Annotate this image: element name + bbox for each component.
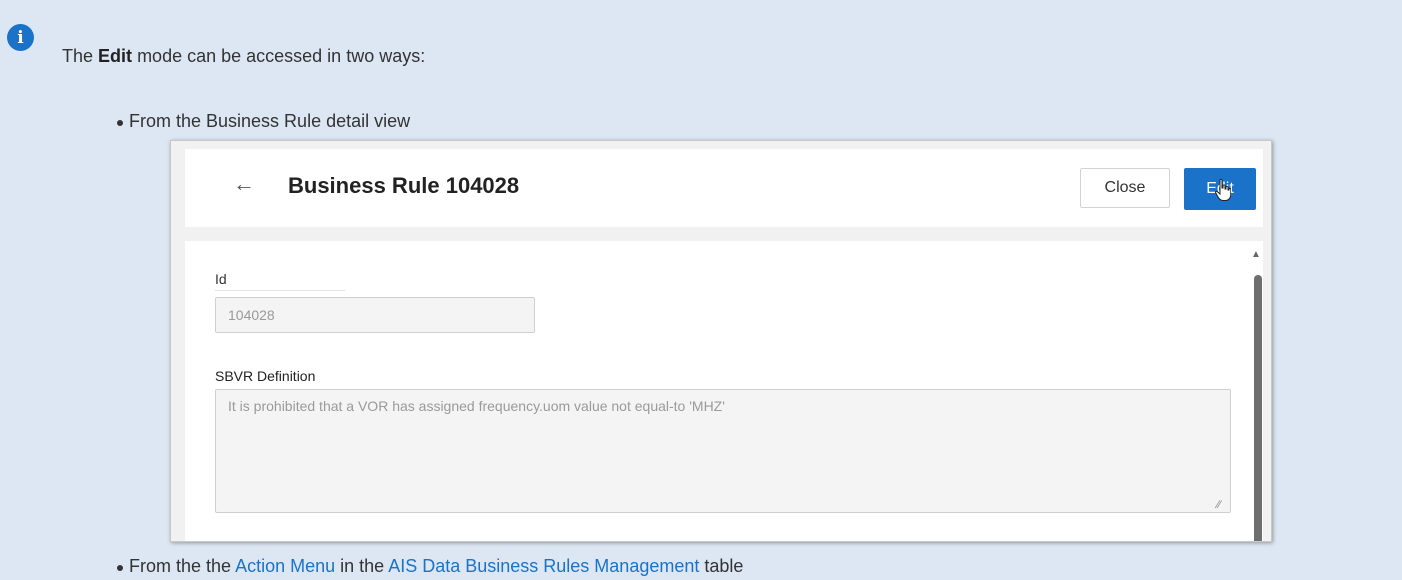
bullet-text-middle: in the: [340, 556, 385, 576]
scrollbar-thumb[interactable]: [1254, 275, 1262, 541]
info-icon: i: [7, 24, 34, 51]
hand-cursor-icon: [1215, 179, 1231, 201]
detail-header: ← Business Rule 104028 Close Edit: [185, 149, 1263, 227]
bullet-dot: [117, 120, 123, 126]
close-button[interactable]: Close: [1080, 168, 1170, 208]
intro-bold: Edit: [98, 46, 133, 66]
page-title: Business Rule 104028: [288, 173, 520, 198]
detail-view-screenshot: ← Business Rule 104028 Close Edit Id SBV…: [170, 140, 1272, 542]
bullet-text-before: From the the: [129, 556, 232, 576]
bullet-text: From the Business Rule detail view: [129, 111, 411, 131]
bullet-text-after: table: [704, 556, 744, 576]
id-label: Id: [215, 271, 227, 287]
intro-prefix: The: [62, 46, 94, 66]
divider: [215, 290, 345, 291]
intro-suffix: mode can be accessed in two ways:: [137, 46, 426, 66]
sbvr-definition-field[interactable]: It is prohibited that a VOR has assigned…: [215, 389, 1231, 513]
detail-form: Id SBVR Definition It is prohibited that…: [185, 241, 1263, 541]
id-field[interactable]: [215, 297, 535, 333]
back-arrow-icon[interactable]: ←: [233, 171, 255, 197]
bullet-item-detail-view: From the Business Rule detail view: [117, 111, 411, 132]
sbvr-definition-label: SBVR Definition: [215, 368, 316, 384]
bullet-item-action-menu: From the the Action Menu in the AIS Data…: [117, 556, 744, 577]
action-menu-link[interactable]: Action Menu: [235, 556, 335, 576]
scroll-up-icon[interactable]: ▲: [1251, 249, 1261, 260]
business-rules-management-link[interactable]: AIS Data Business Rules Management: [388, 556, 699, 576]
bullet-dot: [117, 565, 123, 571]
intro-text: The Edit mode can be accessed in two way…: [62, 46, 425, 67]
resize-handle-icon[interactable]: ∕∕: [1217, 499, 1221, 511]
